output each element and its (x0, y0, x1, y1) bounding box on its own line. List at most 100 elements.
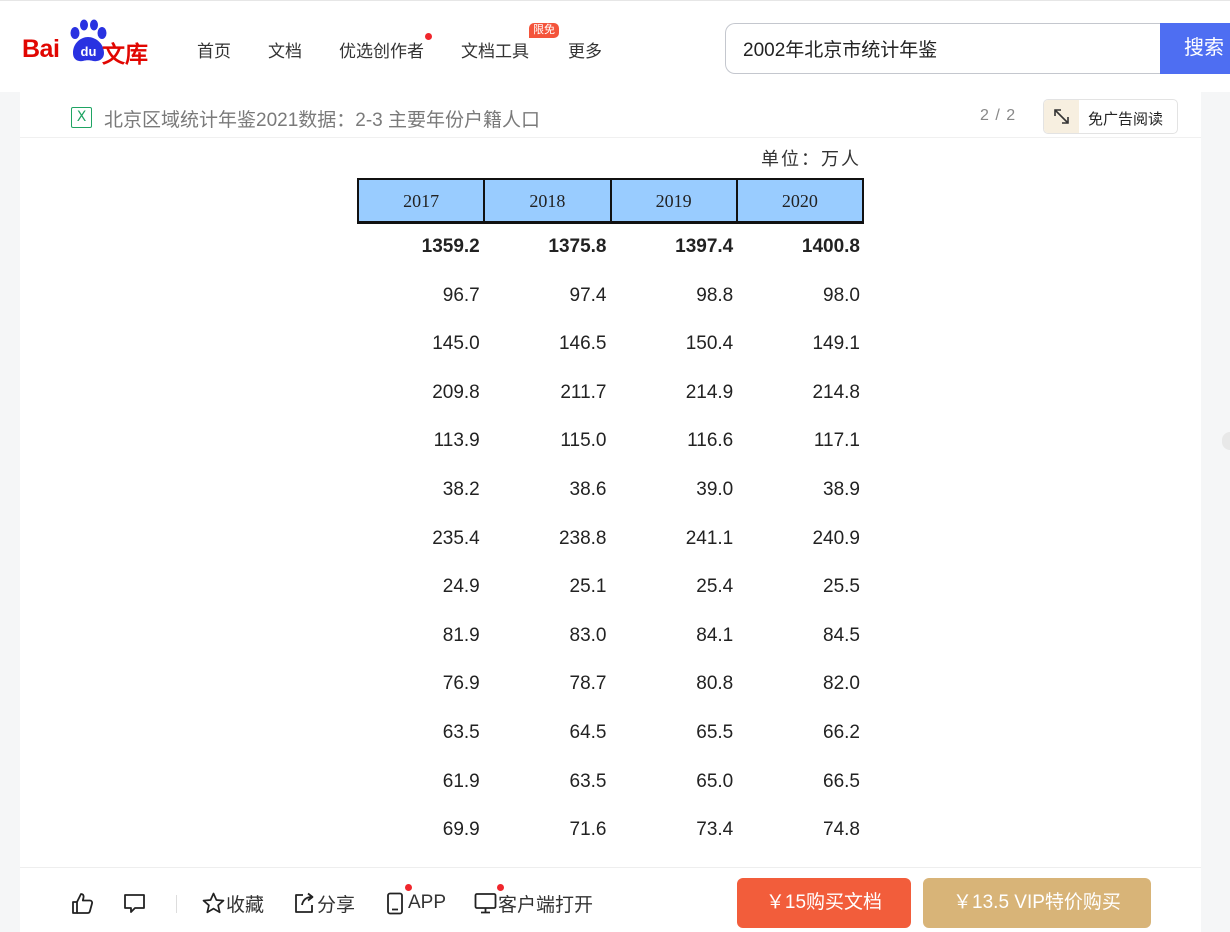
table-row: 69.9 71.6 73.4 74.8 (357, 806, 864, 855)
share-icon (295, 892, 314, 913)
notification-dot (497, 884, 504, 891)
table-row: 209.8 211.7 214.9 214.8 (357, 369, 864, 418)
table-row: 24.9 25.1 25.4 25.5 (357, 563, 864, 612)
search-button[interactable]: 搜索 (1160, 23, 1230, 74)
table-cell: 241.1 (685, 527, 734, 549)
table-row: 1359.2 1375.8 1397.4 1400.8 (357, 223, 864, 272)
nav-home[interactable]: 首页 (197, 37, 231, 61)
main-nav: 首页 文档 优选创作者 文档工具 限免 更多 (197, 23, 639, 61)
table-cell: 38.2 (442, 478, 480, 500)
document-title: 北京区域统计年鉴2021数据：2-3 主要年份户籍人口 (104, 110, 541, 131)
table-cell: 74.8 (823, 819, 860, 841)
phone-icon (387, 892, 403, 914)
comment-icon (124, 893, 145, 913)
search-box (725, 23, 1165, 74)
table-cell: 150.4 (685, 333, 734, 355)
column-header: 2020 (735, 180, 862, 221)
table-cell: 65.5 (696, 721, 734, 743)
thumbs-up-icon (72, 892, 94, 914)
star-icon (202, 892, 225, 913)
table-cell: 146.5 (558, 333, 607, 355)
table-cell: 80.8 (696, 673, 734, 695)
table-cell: 81.9 (442, 624, 480, 646)
table-row: 76.9 78.7 80.8 82.0 (357, 660, 864, 709)
table-cell: 113.9 (433, 430, 480, 452)
app-button[interactable]: APP (383, 884, 447, 916)
table-cell: 25.5 (823, 576, 860, 598)
ad-free-reading-label: 免广告阅读 (1088, 111, 1164, 128)
like-button[interactable] (70, 890, 95, 916)
unit-label: 单位：万人 (761, 149, 861, 170)
notification-dot (405, 884, 412, 891)
favorite-label: 收藏 (226, 894, 265, 916)
table-cell: 84.5 (823, 624, 860, 646)
table-cell: 235.4 (432, 527, 480, 549)
table-cell: 84.1 (696, 624, 734, 646)
column-header: 2017 (403, 191, 440, 211)
favorite-button[interactable]: 收藏 (201, 890, 264, 916)
client-open-button[interactable]: 客户端打开 (473, 884, 594, 916)
table-cell: 64.5 (569, 721, 607, 743)
table-cell: 96.7 (442, 284, 480, 306)
table-row: 145.0 146.5 150.4 149.1 (357, 320, 864, 369)
page-counter: 2 / 2 (980, 107, 1017, 124)
column-header: 2018 (483, 180, 609, 221)
nav-featured-creators[interactable]: 优选创作者 (339, 33, 432, 61)
table-row: 81.9 83.0 84.1 84.5 (357, 612, 864, 661)
table-cell: 83.0 (569, 624, 607, 646)
search-input[interactable] (726, 24, 1146, 73)
app-label: APP (408, 892, 447, 913)
free-badge: 限免 (529, 23, 559, 38)
table-cell: 149.1 (812, 333, 860, 355)
table-cell: 65.0 (696, 770, 734, 792)
top-navigation-bar: Bai du 文库 首页 文档 优选创作者 文档工具 限免 更多 搜索 (0, 0, 1230, 92)
ad-free-reading-button[interactable]: 免广告阅读 (1043, 99, 1178, 134)
table-cell: 1400.8 (801, 236, 860, 257)
table-cell: 63.5 (569, 770, 607, 792)
side-scroll-handle[interactable] (1222, 432, 1230, 450)
table-cell: 1375.8 (548, 236, 607, 257)
table-cell: 63.5 (442, 721, 480, 743)
client-open-label: 客户端打开 (498, 894, 594, 916)
table-row: 113.9 115.0 116.6 117.1 (357, 417, 864, 466)
logo-bai-text: Bai (22, 35, 60, 63)
notification-dot (425, 33, 432, 40)
table-cell: 73.4 (696, 819, 734, 841)
expand-icon (1044, 100, 1079, 133)
table-cell: 214.8 (812, 381, 860, 403)
divider (176, 895, 177, 913)
table-cell: 38.6 (569, 478, 607, 500)
table-cell: 25.4 (696, 576, 734, 598)
vip-purchase-button[interactable]: ￥13.5 VIP特价购买 (923, 878, 1151, 928)
table-cell: 98.8 (696, 284, 734, 306)
logo-du-text: du (81, 44, 97, 59)
table-cell: 211.7 (560, 381, 607, 403)
table-cell: 66.5 (823, 770, 860, 792)
table-row: 61.9 63.5 65.0 66.5 (357, 758, 864, 807)
table-body: 1359.2 1375.8 1397.4 1400.8 96.7 97.4 98.8 98.0… (357, 223, 864, 855)
share-button[interactable]: 分享 (292, 890, 355, 916)
table-row: 96.7 97.4 98.8 98.0 (357, 272, 864, 321)
nav-doc-tools-label: 文档工具 (461, 42, 529, 61)
comment-button[interactable] (122, 890, 147, 916)
baidu-wenku-logo[interactable]: Bai du 文库 (22, 17, 152, 67)
table-row: 235.4 238.8 241.1 240.9 (357, 515, 864, 564)
table-cell: 145.0 (432, 333, 480, 355)
table-cell: 82.0 (823, 673, 860, 695)
buy-document-button[interactable]: ￥15购买文档 (737, 878, 911, 928)
nav-more[interactable]: 更多 (568, 37, 602, 61)
nav-documents[interactable]: 文档 (268, 37, 302, 61)
table-cell: 78.7 (569, 673, 607, 695)
table-cell: 1359.2 (421, 236, 480, 257)
table-row: 63.5 64.5 65.5 66.2 (357, 709, 864, 758)
desktop-icon (474, 892, 497, 913)
column-header: 2019 (609, 180, 736, 221)
table-cell: 61.9 (442, 770, 480, 792)
table-cell: 116.6 (687, 430, 734, 452)
table-cell: 115.0 (560, 430, 607, 452)
table-header: 2017 2018 2019 2020 (357, 178, 864, 224)
table-cell: 214.9 (685, 381, 734, 403)
table-cell: 76.9 (442, 673, 480, 695)
table-cell: 98.0 (823, 284, 860, 306)
nav-doc-tools[interactable]: 文档工具 限免 (461, 23, 559, 61)
